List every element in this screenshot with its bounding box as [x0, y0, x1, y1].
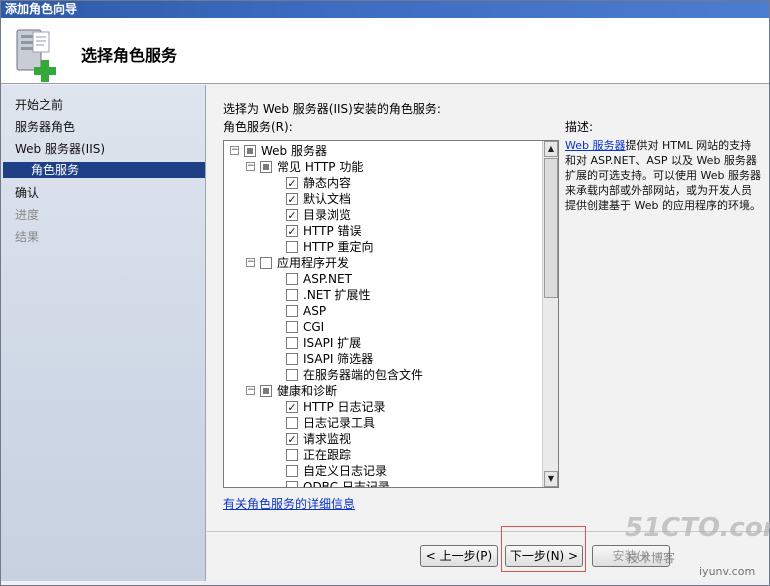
role-service-label: .NET 扩展性 [303, 288, 371, 302]
role-service-checkbox[interactable] [244, 145, 256, 157]
scroll-down-icon[interactable]: ▼ [544, 471, 558, 487]
nav-item-role-services[interactable]: 角色服务 [3, 162, 205, 178]
role-service-checkbox[interactable]: ✓ [286, 209, 298, 221]
server-add-icon [7, 26, 63, 84]
role-service-label: HTTP 错误 [303, 224, 362, 238]
previous-button[interactable]: < 上一步(P) [420, 545, 498, 567]
role-service-label: 默认文档 [303, 192, 352, 206]
wizard-header: 选择角色服务 [1, 18, 769, 84]
tree-row[interactable]: .NET 扩展性 [224, 287, 542, 303]
scroll-up-icon[interactable]: ▲ [544, 141, 558, 157]
tree-row[interactable]: ✓ 目录浏览 [224, 207, 542, 223]
description-label: 描述: [565, 120, 594, 134]
tree-scrollbar[interactable]: ▲ ▼ [542, 141, 558, 487]
tree-row[interactable]: 在服务器端的包含文件 [224, 367, 542, 383]
page-title: 选择角色服务 [81, 46, 178, 65]
role-service-checkbox[interactable] [286, 305, 298, 317]
role-service-checkbox[interactable] [286, 241, 298, 253]
collapse-icon[interactable]: − [246, 386, 255, 395]
nav-item-server-roles[interactable]: 服务器角色 [15, 119, 75, 135]
role-services-tree[interactable]: − Web 服务器 − 常见 HTTP 功能 ✓ 静态内容 ✓ 默认文档 ✓ 目录浏览 ✓ HTTP … [223, 140, 559, 488]
wizard-window: 添加角色向导 选择角色服务 开始之前 服务器角色 Web 服务器(IIS) 角色… [0, 0, 770, 586]
role-service-label: 静态内容 [303, 176, 352, 190]
role-service-label: 目录浏览 [303, 208, 352, 222]
role-service-checkbox[interactable] [286, 273, 298, 285]
tree-row[interactable]: CGI [224, 319, 542, 335]
nav-item-web-server[interactable]: Web 服务器(IIS) [15, 141, 105, 157]
role-service-checkbox[interactable] [260, 161, 272, 173]
role-service-label: 常见 HTTP 功能 [277, 160, 364, 174]
role-service-checkbox[interactable] [260, 257, 272, 269]
tree-row[interactable]: ASP [224, 303, 542, 319]
role-service-label: ASP.NET [303, 272, 352, 286]
footer-divider [207, 531, 769, 532]
collapse-icon[interactable]: − [246, 162, 255, 171]
role-service-label: HTTP 重定向 [303, 240, 374, 254]
nav-item-before-you-begin[interactable]: 开始之前 [15, 97, 63, 113]
tree-row[interactable]: − Web 服务器 [224, 143, 542, 159]
role-service-label: ASP [303, 304, 327, 318]
tree-row[interactable]: ISAPI 筛选器 [224, 351, 542, 367]
role-service-label: Web 服务器 [261, 144, 327, 158]
role-service-checkbox[interactable] [286, 289, 298, 301]
role-service-checkbox[interactable]: ✓ [286, 401, 298, 413]
nav-item-results: 结果 [15, 230, 40, 244]
role-services-label: 角色服务(R): [223, 120, 293, 134]
tree-row[interactable]: ✓ 默认文档 [224, 191, 542, 207]
collapse-icon[interactable]: − [246, 258, 255, 267]
role-service-checkbox[interactable] [286, 369, 298, 381]
role-service-checkbox[interactable] [286, 449, 298, 461]
tree-row[interactable]: ✓ HTTP 错误 [224, 223, 542, 239]
role-service-label: 请求监视 [303, 432, 352, 446]
next-highlight-box [501, 526, 586, 572]
role-service-checkbox[interactable] [286, 417, 298, 429]
role-services-prompt: 选择为 Web 服务器(IIS)安装的角色服务: [223, 102, 441, 116]
description-link[interactable]: Web 服务器 [565, 139, 625, 152]
window-title: 添加角色向导 [1, 1, 769, 18]
role-service-checkbox[interactable]: ✓ [286, 225, 298, 237]
role-service-label: 健康和诊断 [277, 384, 338, 398]
collapse-icon[interactable]: − [230, 146, 239, 155]
role-service-label: ISAPI 扩展 [303, 336, 362, 350]
wizard-nav: 开始之前 服务器角色 Web 服务器(IIS) 角色服务 确认 进度 结果 [1, 85, 206, 581]
role-services-details-link[interactable]: 有关角色服务的详细信息 [223, 495, 355, 512]
role-service-checkbox[interactable] [260, 385, 272, 397]
role-service-label: HTTP 日志记录 [303, 400, 386, 414]
nav-item-progress: 进度 [15, 208, 40, 222]
role-service-label: ODBC 日志记录 [303, 480, 390, 488]
role-service-checkbox[interactable] [286, 337, 298, 349]
nav-item-confirmation[interactable]: 确认 [15, 185, 39, 201]
wizard-content: 选择为 Web 服务器(IIS)安装的角色服务: 角色服务(R): − Web 服… [207, 85, 769, 581]
tree-row[interactable]: ✓ 请求监视 [224, 431, 542, 447]
tree-row[interactable]: ✓ 静态内容 [224, 175, 542, 191]
tree-row[interactable]: − 常见 HTTP 功能 [224, 159, 542, 175]
tree-row[interactable]: ISAPI 扩展 [224, 335, 542, 351]
tree-row[interactable]: ✓ HTTP 日志记录 [224, 399, 542, 415]
role-service-checkbox[interactable]: ✓ [286, 177, 298, 189]
tree-row[interactable]: HTTP 重定向 [224, 239, 542, 255]
role-service-checkbox[interactable] [286, 353, 298, 365]
role-service-label: 日志记录工具 [303, 416, 376, 430]
role-service-label: 正在跟踪 [303, 448, 352, 462]
role-service-label: 在服务器端的包含文件 [303, 368, 424, 382]
role-service-label: ISAPI 筛选器 [303, 352, 374, 366]
role-service-label: CGI [303, 320, 325, 334]
tree-row[interactable]: 正在跟踪 [224, 447, 542, 463]
scroll-thumb[interactable] [544, 158, 558, 298]
role-service-checkbox[interactable] [286, 481, 298, 487]
tree-row[interactable]: ODBC 日志记录 [224, 479, 542, 488]
install-button: 安装(I) [592, 545, 670, 567]
tree-row[interactable]: 自定义日志记录 [224, 463, 542, 479]
tree-row[interactable]: − 应用程序开发 [224, 255, 542, 271]
tree-row[interactable]: ASP.NET [224, 271, 542, 287]
role-service-checkbox[interactable] [286, 321, 298, 333]
role-service-checkbox[interactable] [286, 465, 298, 477]
tree-row[interactable]: 日志记录工具 [224, 415, 542, 431]
tree-row[interactable]: − 健康和诊断 [224, 383, 542, 399]
role-service-label: 自定义日志记录 [303, 464, 388, 478]
role-service-label: 应用程序开发 [277, 256, 350, 270]
role-service-checkbox[interactable]: ✓ [286, 193, 298, 205]
description-text: Web 服务器提供对 HTML 网站的支持和对 ASP.NET、ASP 以及 W… [565, 138, 761, 213]
role-service-checkbox[interactable]: ✓ [286, 433, 298, 445]
